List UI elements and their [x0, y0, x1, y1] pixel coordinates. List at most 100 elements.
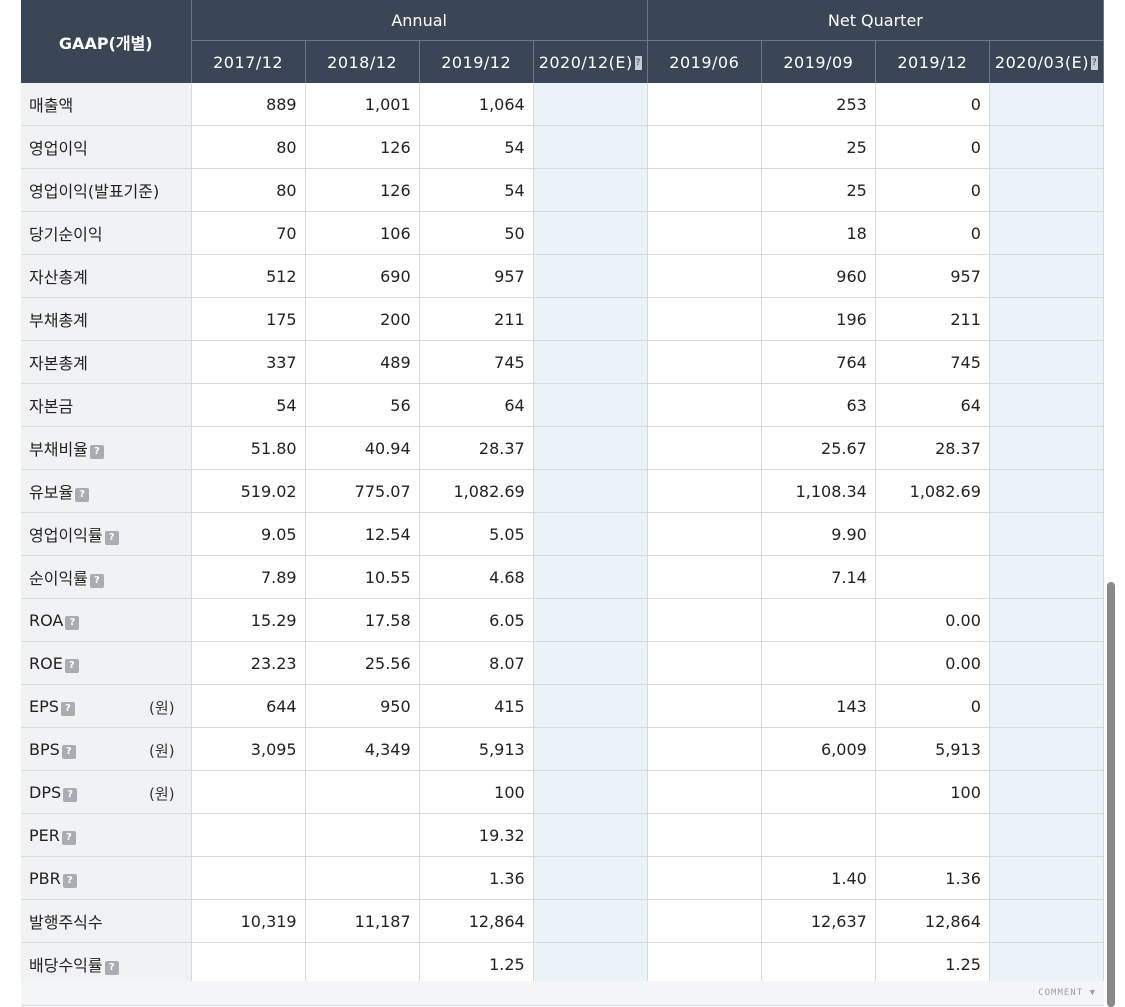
table-row: 영업이익 80 126 54 25 0	[21, 125, 1105, 169]
value-cell: 25.67	[761, 426, 876, 470]
financial-table-wrapper: GAAP(개별) Annual Net Quarter 2017/12 2018/…	[21, 0, 1105, 986]
table-row: EPS? (원) 644 950 415 143 0	[21, 684, 1105, 728]
value-cell: 1.40	[761, 856, 876, 900]
value-cell	[533, 899, 648, 943]
unit-label: (원)	[149, 699, 175, 717]
value-cell	[191, 856, 306, 900]
value-cell	[533, 727, 648, 771]
row-label: 순이익률	[29, 569, 88, 588]
value-cell: 4,349	[305, 727, 420, 771]
row-label-cell: BPS? (원)	[21, 727, 192, 771]
help-icon[interactable]: ?	[61, 744, 76, 759]
period-header-5: 2019/09	[761, 40, 876, 83]
value-cell: 54	[191, 383, 306, 427]
help-icon[interactable]: ?	[104, 531, 119, 545]
help-icon[interactable]: ?	[104, 961, 119, 975]
value-cell	[989, 340, 1105, 384]
table-header: GAAP(개별) Annual Net Quarter 2017/12 2018/…	[21, 0, 1105, 83]
row-label: 부채비율	[29, 440, 88, 459]
value-cell: 70	[191, 211, 306, 255]
value-cell: 54	[419, 125, 534, 169]
help-icon[interactable]: ?	[62, 873, 77, 888]
value-cell: 415	[419, 684, 534, 728]
value-cell: 950	[305, 684, 420, 728]
value-cell	[647, 813, 762, 857]
value-cell	[989, 770, 1105, 814]
row-label-cell: 자본총계	[21, 340, 192, 384]
value-cell: 126	[305, 125, 420, 169]
value-cell: 25	[761, 168, 876, 212]
value-cell	[989, 83, 1105, 126]
value-cell: 3,095	[191, 727, 306, 771]
help-icon[interactable]: ?	[65, 615, 80, 630]
row-label-cell: 자본금	[21, 383, 192, 427]
vertical-scrollbar[interactable]	[1107, 582, 1115, 1007]
row-label: 자본금	[29, 397, 74, 416]
value-cell	[533, 211, 648, 255]
value-cell	[533, 856, 648, 900]
value-cell	[533, 641, 648, 685]
value-cell	[647, 770, 762, 814]
row-label-cell: 당기순이익	[21, 211, 192, 255]
value-cell	[989, 383, 1105, 427]
value-cell: 7.14	[761, 555, 876, 599]
value-cell: 126	[305, 168, 420, 212]
value-cell: 1,082.69	[419, 469, 534, 513]
value-cell	[761, 641, 876, 685]
value-cell	[989, 684, 1105, 728]
help-icon[interactable]: ?	[89, 445, 104, 459]
value-cell: 15.29	[191, 598, 306, 642]
row-label: 영업이익	[29, 139, 88, 158]
value-cell: 1,001	[305, 83, 420, 126]
value-cell	[533, 512, 648, 556]
table-row: 유보율? 519.02 775.07 1,082.69 1,108.34 1,082.69	[21, 469, 1105, 513]
comment-toggle-button[interactable]: COMMENT ▼	[1038, 988, 1096, 998]
value-cell: 40.94	[305, 426, 420, 470]
help-icon[interactable]: ?	[89, 574, 104, 588]
value-cell	[989, 899, 1105, 943]
help-icon[interactable]: ?	[75, 488, 90, 502]
value-cell: 211	[419, 297, 534, 341]
value-cell: 0	[875, 83, 990, 126]
value-cell	[191, 942, 306, 986]
help-icon[interactable]: ?	[61, 830, 76, 845]
row-label: BPS	[29, 739, 60, 759]
value-cell	[533, 813, 648, 857]
value-cell	[647, 856, 762, 900]
value-cell: 0	[875, 211, 990, 255]
row-label-cell: 유보율?	[21, 469, 192, 513]
row-label-cell: ROA?	[21, 598, 192, 642]
value-cell: 28.37	[419, 426, 534, 470]
row-label-cell: EPS? (원)	[21, 684, 192, 728]
value-cell: 1.36	[875, 856, 990, 900]
value-cell	[533, 125, 648, 169]
value-cell: 100	[875, 770, 990, 814]
value-cell: 253	[761, 83, 876, 126]
table-row: 자본총계 337 489 745 764 745	[21, 340, 1105, 384]
period-header-6: 2019/12	[875, 40, 990, 83]
table-footer: COMMENT ▼	[21, 981, 1104, 1006]
table-row: PBR? 1.36 1.40 1.36	[21, 856, 1105, 900]
table-row: ROE? 23.23 25.56 8.07 0.00	[21, 641, 1105, 685]
estimate-help-icon[interactable]: ?	[634, 56, 642, 70]
value-cell	[875, 813, 990, 857]
row-label: PER	[29, 825, 60, 845]
table-row: 매출액 889 1,001 1,064 253 0	[21, 83, 1105, 126]
row-label-cell: PER?	[21, 813, 192, 857]
value-cell	[647, 211, 762, 255]
help-icon[interactable]: ?	[63, 787, 78, 802]
value-cell	[305, 856, 420, 900]
period-label: 2019/12	[897, 52, 968, 72]
row-label: 발행주식수	[29, 913, 103, 932]
value-cell	[647, 383, 762, 427]
value-cell: 5,913	[419, 727, 534, 771]
help-icon[interactable]: ?	[60, 701, 75, 716]
period-header-2: 2019/12	[419, 40, 534, 83]
value-cell	[989, 426, 1105, 470]
value-cell: 196	[761, 297, 876, 341]
value-cell	[989, 254, 1105, 298]
estimate-help-icon[interactable]: ?	[1090, 56, 1098, 70]
value-cell	[761, 942, 876, 986]
table-row: 자본금 54 56 64 63 64	[21, 383, 1105, 427]
help-icon[interactable]: ?	[64, 658, 79, 673]
